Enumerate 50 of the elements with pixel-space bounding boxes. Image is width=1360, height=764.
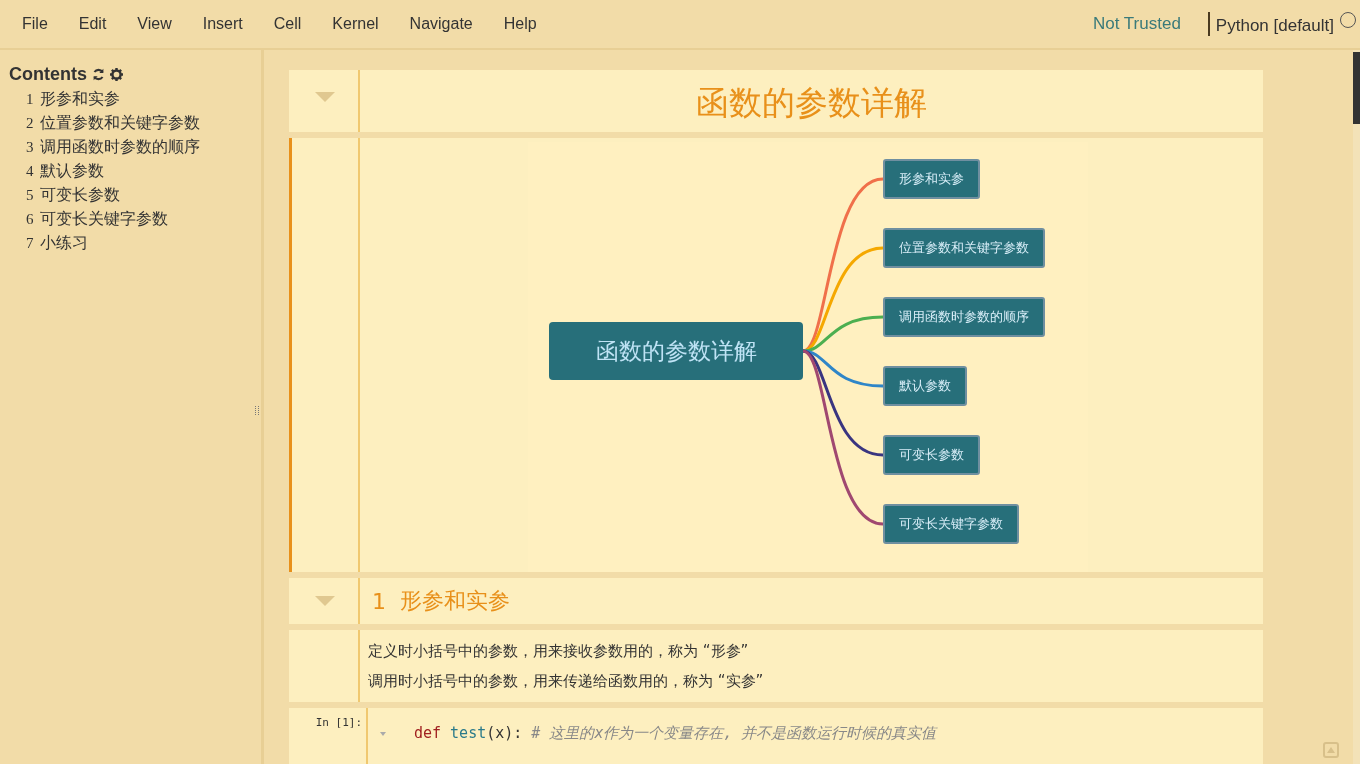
toc-title: Contents [9, 64, 87, 85]
mind-map-node: 位置参数和关键字参数 [883, 228, 1045, 268]
toc-number: 4 [26, 162, 34, 180]
toc-number: 1 [26, 90, 34, 108]
toc-link[interactable]: 形参和实参 [39, 88, 120, 110]
mind-map-node: 默认参数 [883, 366, 967, 406]
menu-item[interactable]: Insert [202, 15, 243, 33]
mind-map-node: 可变长关键字参数 [883, 504, 1019, 544]
fold-caret-icon[interactable] [380, 732, 386, 736]
toc-link[interactable]: 可变长关键字参数 [39, 208, 168, 230]
markdown-cell[interactable]: 定义时小括号中的参数，用来接收参数用的，称为 “形参” 调用时小括号中的参数，用来传递给函数用的，称为 “实参” [289, 630, 1263, 702]
refresh-icon[interactable] [92, 68, 105, 81]
toc-number: 6 [26, 210, 34, 228]
toc-number: 5 [26, 186, 34, 204]
collapse-caret-icon[interactable] [315, 92, 335, 102]
menu-item[interactable]: Edit [78, 15, 107, 33]
toc-link[interactable]: 位置参数和关键字参数 [39, 112, 200, 134]
mind-map-node: 调用函数时参数的顺序 [883, 297, 1045, 337]
kernel-name[interactable]: Python [default] [1207, 12, 1340, 36]
menu-item[interactable]: Navigate [409, 15, 473, 33]
menu-item[interactable]: File [22, 15, 48, 33]
scroll-to-top-icon[interactable] [1323, 742, 1339, 758]
toc-number: 2 [26, 114, 34, 132]
scrollbar-thumb[interactable] [1353, 52, 1360, 124]
menu-item[interactable]: Kernel [332, 15, 379, 33]
paragraph-text: 调用时小括号中的参数，用来传递给函数用的，称为 “实参” [368, 671, 765, 692]
section-heading: 形参和实参 [400, 587, 510, 615]
notebook-title: 函数的参数详解 [695, 82, 928, 124]
input-prompt: In [1]: [292, 708, 368, 764]
code-line: def test(x): # 这里的x作为一个变量存在, 并不是函数运行时候的真实值 [368, 708, 937, 764]
toc-number: 3 [26, 138, 34, 156]
trust-status[interactable]: Not Trusted [1093, 14, 1181, 34]
settings-icon[interactable] [110, 68, 123, 81]
heading-number: 1 [372, 588, 386, 614]
resize-handle[interactable] [255, 406, 259, 415]
mind-map-node: 可变长参数 [883, 435, 980, 475]
paragraph-text: 定义时小括号中的参数，用来接收参数用的，称为 “形参” [368, 641, 750, 662]
toc-link[interactable]: 默认参数 [39, 160, 104, 182]
menu-item[interactable]: View [137, 15, 172, 33]
toc-link[interactable]: 可变长参数 [39, 184, 120, 206]
menu-item[interactable]: Cell [273, 15, 302, 33]
image-cell[interactable]: 函数的参数详解 形参和实参 位置参数和关键字参数 调用函数时参数的顺序 默认参数 可变长参数 可变长关键字参数 [289, 138, 1263, 572]
mind-map-node: 形参和实参 [883, 159, 980, 199]
collapse-caret-icon[interactable] [315, 596, 335, 606]
toc-number: 7 [26, 234, 34, 252]
code-cell[interactable]: In [1]: def test(x): # 这里的x作为一个变量存在, 并不是函数运行时候的真实值 [289, 708, 1263, 764]
toc-link[interactable]: 小练习 [39, 232, 88, 254]
menu-item[interactable]: Help [503, 15, 537, 33]
toc-link[interactable]: 调用函数时参数的顺序 [39, 136, 200, 158]
mind-map-root-node: 函数的参数详解 [549, 322, 803, 380]
